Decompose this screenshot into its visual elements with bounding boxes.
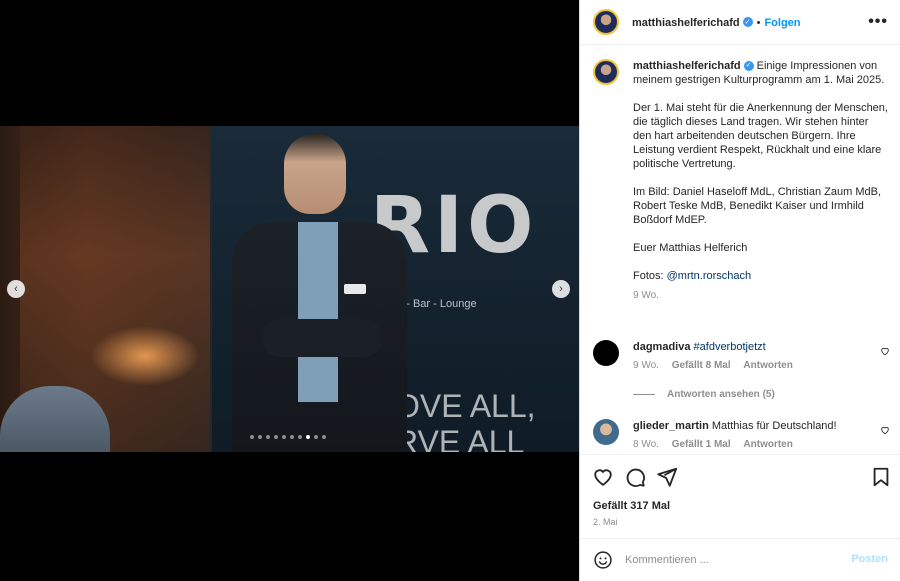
post-header: matthiashelferichafd ✓ • Folgen ••• — [580, 0, 900, 45]
comment-avatar[interactable] — [593, 419, 619, 445]
carousel-prev-button[interactable]: ‹ — [7, 280, 25, 298]
comment-likes[interactable]: Gefällt 1 Mal — [672, 439, 731, 450]
comment-item: glieder_martin Matthias für Deutschland!… — [593, 419, 890, 450]
separator-dot: • — [756, 17, 761, 29]
carousel-dot[interactable] — [282, 435, 286, 439]
verified-badge-icon: ✓ — [742, 16, 753, 27]
comment-time: 9 Wo. — [633, 360, 659, 371]
comment-reply-button[interactable]: Antworten — [743, 439, 792, 450]
carousel-next-button[interactable]: › — [552, 280, 570, 298]
comment-avatar[interactable] — [593, 340, 619, 366]
carousel-dot[interactable] — [298, 435, 302, 439]
comment-text[interactable]: #afdverbotjetzt — [694, 341, 766, 353]
post-date: 2. Mai — [593, 517, 618, 527]
post-media-area: RIO aurant - Bar - Lounge OVE ALL, RVE A… — [0, 0, 579, 581]
caption: matthiashelferichafd ✓ Einige Impressione… — [593, 59, 888, 303]
post-comment-button[interactable]: Posten — [851, 553, 888, 565]
photo-bottom-line-2: RVE ALL — [395, 424, 525, 452]
carousel-dot[interactable] — [314, 435, 318, 439]
photo-lamp-glow — [90, 326, 200, 386]
caption-avatar[interactable] — [593, 59, 619, 85]
carousel-dot[interactable] — [290, 435, 294, 439]
replies-line — [633, 394, 655, 395]
bookmark-save-icon[interactable] — [870, 466, 892, 488]
carousel-dot[interactable] — [266, 435, 270, 439]
carousel-dot[interactable] — [306, 435, 310, 439]
comment-bubble-icon[interactable] — [624, 466, 646, 488]
carousel-dot[interactable] — [258, 435, 262, 439]
author-avatar[interactable] — [593, 9, 619, 35]
caption-paragraph-3: Im Bild: Daniel Haseloff MdL, Christian … — [633, 186, 881, 226]
comment-username[interactable]: glieder_martin — [633, 420, 709, 432]
carousel-dot[interactable] — [250, 435, 254, 439]
caption-paragraph-4: Euer Matthias Helferich — [633, 242, 748, 254]
author-username[interactable]: matthiashelferichafd — [632, 17, 740, 29]
comments-scroll-area[interactable]: matthiashelferichafd ✓ Einige Impressione… — [580, 46, 900, 454]
comment-reply-button[interactable]: Antworten — [743, 360, 792, 371]
emoji-icon[interactable] — [593, 550, 613, 570]
comment-input[interactable] — [625, 550, 845, 570]
photo-banner-bottom-text: OVE ALL, RVE ALL — [395, 388, 536, 452]
verified-badge-icon: ✓ — [743, 61, 754, 72]
comment-time: 8 Wo. — [633, 439, 659, 450]
caption-username[interactable]: matthiashelferichafd — [633, 60, 741, 72]
view-replies-label: Antworten ansehen (5) — [667, 389, 775, 400]
post-actions-bar: Gefällt 317 Mal 2. Mai — [580, 454, 900, 538]
comment-username[interactable]: dagmadiva — [633, 341, 690, 353]
add-comment-bar: Posten — [580, 538, 900, 581]
more-options-icon[interactable]: ••• — [868, 13, 888, 31]
comment-like-heart-icon[interactable] — [880, 425, 890, 435]
photo-person-main — [232, 134, 407, 452]
comment-text: Matthias für Deutschland! — [711, 420, 837, 432]
photo-credit-prefix: Fotos: — [633, 270, 667, 282]
caption-timestamp: 9 Wo. — [633, 290, 659, 301]
comment-like-heart-icon[interactable] — [880, 346, 890, 356]
like-heart-icon[interactable] — [592, 466, 614, 488]
post-side-panel: matthiashelferichafd ✓ • Folgen ••• matthia… — [579, 0, 900, 581]
likes-count[interactable]: Gefällt 317 Mal — [593, 500, 670, 512]
carousel-dot[interactable] — [322, 435, 326, 439]
share-send-icon[interactable] — [656, 466, 678, 488]
follow-button[interactable]: Folgen — [764, 17, 800, 29]
photo-credit-link[interactable]: @mrtn.rorschach — [667, 270, 752, 282]
view-replies-button[interactable]: Antworten ansehen (5) — [633, 389, 775, 400]
carousel-dots — [250, 435, 326, 439]
photo-bottom-line-1: OVE ALL, — [395, 388, 536, 424]
comment-likes[interactable]: Gefällt 8 Mal — [672, 360, 731, 371]
post-photo[interactable]: RIO aurant - Bar - Lounge OVE ALL, RVE A… — [0, 126, 579, 452]
comment-item: dagmadiva #afdverbotjetzt 9 Wo. Gefällt … — [593, 340, 890, 371]
caption-paragraph-2: Der 1. Mai steht für die Anerkennung der… — [633, 102, 888, 170]
carousel-dot[interactable] — [274, 435, 278, 439]
